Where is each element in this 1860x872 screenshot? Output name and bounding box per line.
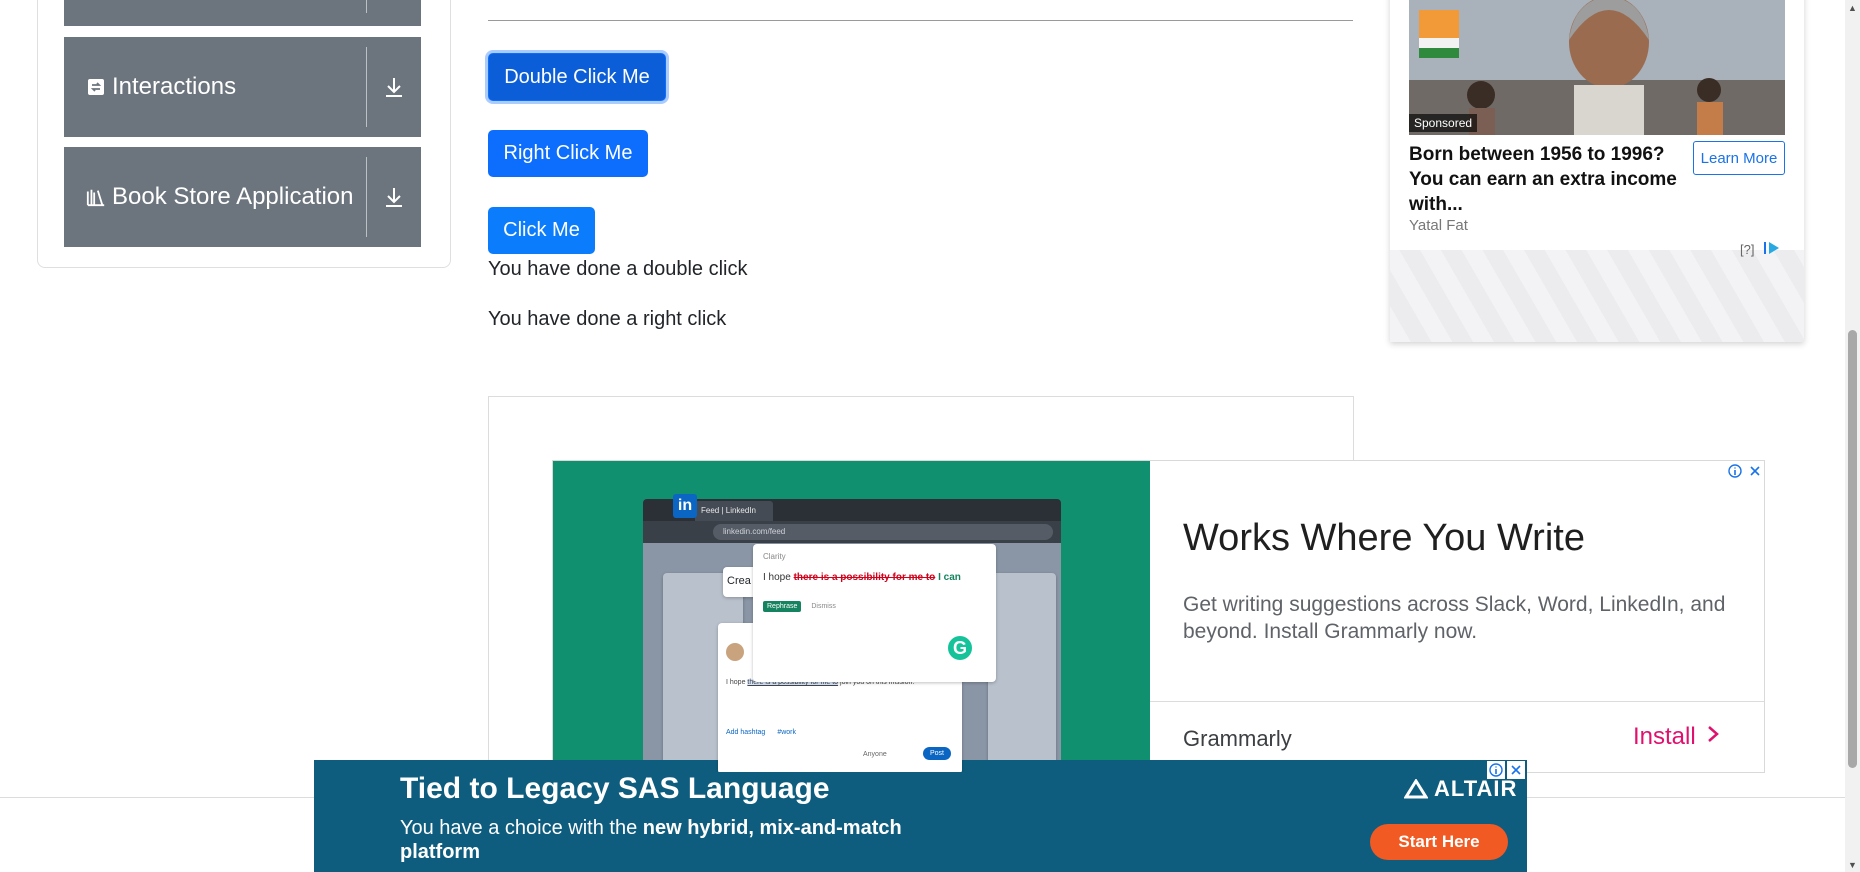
linkedin-logo: in — [673, 494, 697, 518]
rephrase-button: Rephrase — [763, 601, 802, 612]
banner-brand: ALTAIR — [1404, 776, 1517, 802]
grammarly-ad[interactable]: Feed | LinkedIn linkedin.com/feed Crea i… — [552, 460, 1765, 773]
scroll-up-icon[interactable]: ▲ — [1845, 0, 1860, 15]
download-icon[interactable] — [367, 186, 421, 208]
install-label: Install — [1633, 723, 1696, 750]
browser-tab: Feed | LinkedIn — [695, 501, 773, 521]
sponsored-headline[interactable]: Born between 1956 to 1996? You can earn … — [1409, 142, 1679, 217]
ad-brand: Grammarly — [1183, 726, 1292, 751]
add-hashtag: Add hashtag — [726, 729, 766, 736]
sidebar-group-label: Interactions — [112, 73, 237, 100]
sponsored-card[interactable]: Sponsored Born between 1956 to 1996? You… — [1390, 0, 1804, 342]
right-click-message: You have done a right click — [488, 308, 727, 330]
adchoices-icon[interactable] — [1726, 462, 1744, 480]
banner-subtitle: You have a choice with the new hybrid, m… — [400, 817, 902, 863]
scrollbar-thumb[interactable] — [1848, 330, 1857, 768]
dismiss-button: Dismiss — [811, 603, 836, 610]
learn-more-button[interactable]: Learn More — [1693, 141, 1785, 175]
sidebar-group-label: Book Store Application — [112, 183, 354, 210]
ad-description: Get writing suggestions across Slack, Wo… — [1183, 593, 1726, 643]
help-link[interactable]: [?] — [1740, 242, 1754, 257]
grammarly-logo: G — [946, 634, 974, 662]
adchoices-icon[interactable] — [1487, 761, 1505, 779]
chevron-right-icon — [1706, 723, 1720, 751]
install-button[interactable]: Install — [1633, 723, 1720, 751]
interactions-icon — [86, 77, 106, 97]
news-card — [988, 573, 1056, 772]
sidebar-group-collapsed[interactable] — [64, 0, 421, 26]
avatar — [726, 643, 744, 661]
section-divider — [488, 20, 1353, 21]
audience-label: Anyone — [863, 751, 887, 758]
double-click-message: You have done a double click — [488, 258, 748, 280]
book-store-icon — [86, 187, 106, 207]
click-button[interactable]: Click Me — [488, 207, 595, 254]
sidebar-group-interactions[interactable]: Interactions — [64, 37, 421, 137]
ad-title: Works Where You Write — [1183, 517, 1585, 559]
sponsored-badge: Sponsored — [1409, 114, 1478, 132]
scroll-down-icon[interactable]: ▼ — [1845, 857, 1860, 872]
hashtag: #work — [777, 729, 796, 736]
sidebar-group-divider — [366, 0, 367, 13]
close-icon[interactable] — [1507, 761, 1525, 779]
right-click-button[interactable]: Right Click Me — [488, 130, 648, 177]
sponsored-source: Yatal Fat — [1409, 217, 1468, 234]
close-icon[interactable] — [1746, 462, 1764, 480]
banner-title: Tied to Legacy SAS Language — [400, 772, 830, 805]
altair-logo-icon — [1404, 779, 1428, 799]
double-click-button[interactable]: Double Click Me — [488, 53, 666, 101]
start-here-button[interactable]: Start Here — [1370, 824, 1508, 860]
url-bar: linkedin.com/feed — [713, 524, 1053, 540]
post-button: Post — [923, 747, 952, 760]
bottom-banner-ad[interactable]: Tied to Legacy SAS Language You have a c… — [314, 760, 1527, 872]
sidebar-group-book-store[interactable]: Book Store Application — [64, 147, 421, 247]
download-icon[interactable] — [367, 76, 421, 98]
adchoices-icon[interactable] — [1763, 240, 1781, 261]
clarity-label: Clarity — [763, 552, 786, 561]
